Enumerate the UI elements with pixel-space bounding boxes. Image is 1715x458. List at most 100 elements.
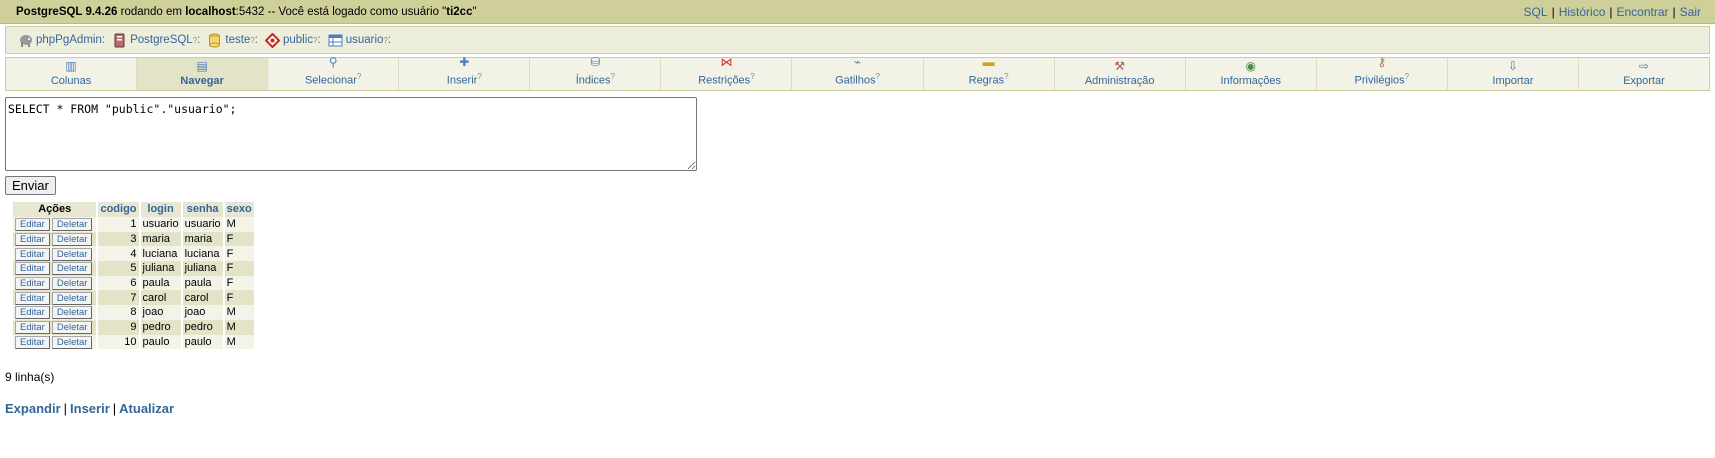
end-quote: " <box>472 5 477 18</box>
edit-row-button[interactable]: Editar <box>15 233 50 247</box>
crumb-database[interactable]: teste?: <box>207 33 265 48</box>
delete-row-button[interactable]: Deletar <box>51 291 93 305</box>
cell-senha: juliana <box>182 261 223 276</box>
cell-senha: paulo <box>182 334 223 350</box>
expand-link[interactable]: Expandir <box>5 401 61 416</box>
edit-row-button[interactable]: Editar <box>15 218 50 232</box>
delete-row-button[interactable]: Deletar <box>51 335 93 349</box>
tab-import[interactable]: ⇩ Importar <box>1448 58 1579 90</box>
tab-indexes[interactable]: ⛁ Índices? <box>530 55 662 90</box>
help-link[interactable]: ? <box>611 72 615 81</box>
port-text: :5432 -- Você está logado como usuário " <box>235 5 447 18</box>
cell-sexo: F <box>224 275 254 291</box>
history-link[interactable]: Histórico <box>1559 5 1606 19</box>
crumb-label[interactable]: usuario <box>346 34 384 46</box>
help-link[interactable]: ? <box>875 72 879 81</box>
delete-row-button[interactable]: Deletar <box>51 218 93 232</box>
tab-columns[interactable]: ▥ Colunas <box>6 58 138 90</box>
tab-info[interactable]: ◉ Informações <box>1186 58 1317 90</box>
tab-browse[interactable]: ▤ Navegar <box>137 58 269 90</box>
column-header-senha[interactable]: senha <box>182 202 223 217</box>
tab-privileges[interactable]: ⚷ Privilégios? <box>1317 55 1448 90</box>
columns-icon: ▥ <box>65 59 77 73</box>
refresh-link[interactable]: Atualizar <box>119 401 174 416</box>
edit-row-button[interactable]: Editar <box>15 277 50 291</box>
search-icon: ⚲ <box>328 55 338 70</box>
row-count: 9 linha(s) <box>5 370 55 385</box>
sql-query-textarea[interactable]: SELECT * FROM "public"."usuario"; <box>5 97 697 171</box>
info-icon: ◉ <box>1245 59 1256 73</box>
cell-senha: carol <box>182 290 223 306</box>
crumb-label[interactable]: PostgreSQL <box>130 34 193 46</box>
delete-row-button[interactable]: Deletar <box>51 262 93 276</box>
crumb-label[interactable]: teste <box>225 34 250 46</box>
tab-label: Privilégios? <box>1355 70 1410 88</box>
edit-row-button[interactable]: Editar <box>15 306 50 320</box>
row-actions: Editar Deletar <box>13 305 97 320</box>
cell-login: carol <box>140 290 181 306</box>
column-header-sexo[interactable]: sexo <box>224 202 254 217</box>
row-actions: Editar Deletar <box>13 261 97 276</box>
help-link[interactable]: ? <box>477 72 481 81</box>
tab-export[interactable]: ⇨ Exportar <box>1579 58 1709 90</box>
column-header-codigo[interactable]: codigo <box>98 202 139 217</box>
host-name: localhost <box>185 5 236 18</box>
table-row: Editar Deletar 4 luciana luciana F <box>13 246 254 262</box>
running-on-text: rodando em <box>117 5 186 18</box>
crumb-label[interactable]: public <box>283 34 313 46</box>
row-actions: Editar Deletar <box>13 275 97 291</box>
delete-row-button[interactable]: Deletar <box>51 321 93 335</box>
column-header-login[interactable]: login <box>140 202 181 217</box>
crumb-schema[interactable]: public?: <box>264 32 328 48</box>
tab-triggers[interactable]: ⌁ Gatilhos? <box>792 55 924 90</box>
table-row: Editar Deletar 1 usuario usuario M <box>13 217 254 232</box>
delete-row-button[interactable]: Deletar <box>51 306 93 320</box>
submit-query-button[interactable]: Enviar <box>5 176 56 195</box>
tab-label: Regras? <box>969 70 1009 88</box>
find-link[interactable]: Encontrar <box>1617 5 1669 19</box>
edit-row-button[interactable]: Editar <box>15 262 50 276</box>
tab-constraints[interactable]: ⋈ Restrições? <box>661 55 793 90</box>
edit-row-button[interactable]: Editar <box>15 335 50 349</box>
export-icon: ⇨ <box>1638 59 1649 73</box>
tab-label: Importar <box>1492 75 1534 87</box>
crumb-server[interactable]: PostgreSQL?: <box>112 33 207 48</box>
insert-link[interactable]: Inserir <box>70 401 110 416</box>
cell-codigo: 6 <box>98 275 139 291</box>
cell-sexo: F <box>224 290 254 306</box>
row-actions: Editar Deletar <box>13 231 97 247</box>
crumb-phppgadmin[interactable]: phpPgAdmin: <box>18 33 112 48</box>
tab-rules[interactable]: ▬ Regras? <box>924 55 1055 90</box>
colon: : <box>197 34 201 46</box>
help-link[interactable]: ? <box>357 72 361 81</box>
tab-insert[interactable]: ✚ Inserir? <box>399 55 531 90</box>
logout-link[interactable]: Sair <box>1680 5 1701 19</box>
delete-row-button[interactable]: Deletar <box>51 247 93 261</box>
tab-text: Selecionar <box>304 75 357 87</box>
edit-row-button[interactable]: Editar <box>15 321 50 335</box>
help-link[interactable]: ? <box>750 72 754 81</box>
tab-label: Índices? <box>576 70 615 88</box>
help-link[interactable]: ? <box>1405 72 1409 81</box>
sql-link[interactable]: SQL <box>1524 5 1548 19</box>
logged-user: ti2cc <box>446 5 473 18</box>
crumb-table[interactable]: usuario?: <box>328 33 398 48</box>
crumb-label[interactable]: phpPgAdmin <box>36 34 102 46</box>
delete-row-button[interactable]: Deletar <box>51 277 93 291</box>
edit-row-button[interactable]: Editar <box>15 291 50 305</box>
tab-bar: ▥ Colunas ▤ Navegar ⚲ Selecionar? ✚ Inserir?… <box>5 55 1710 91</box>
cell-login: usuario <box>140 217 181 232</box>
row-actions: Editar Deletar <box>13 290 97 306</box>
table-row: Editar Deletar 6 paula paula F <box>13 275 254 291</box>
cell-senha: joao <box>182 305 223 320</box>
table-row: Editar Deletar 9 pedro pedro M <box>13 319 254 335</box>
tab-admin[interactable]: ⚒ Administração <box>1055 58 1186 90</box>
delete-row-button[interactable]: Deletar <box>51 233 93 247</box>
tab-label: Administração <box>1084 75 1155 87</box>
tab-select[interactable]: ⚲ Selecionar? <box>268 55 400 90</box>
edit-row-button[interactable]: Editar <box>15 247 50 261</box>
server-icon <box>112 33 127 48</box>
help-link[interactable]: ? <box>1004 72 1008 81</box>
cell-codigo: 5 <box>98 261 139 276</box>
cell-codigo: 8 <box>98 305 139 320</box>
